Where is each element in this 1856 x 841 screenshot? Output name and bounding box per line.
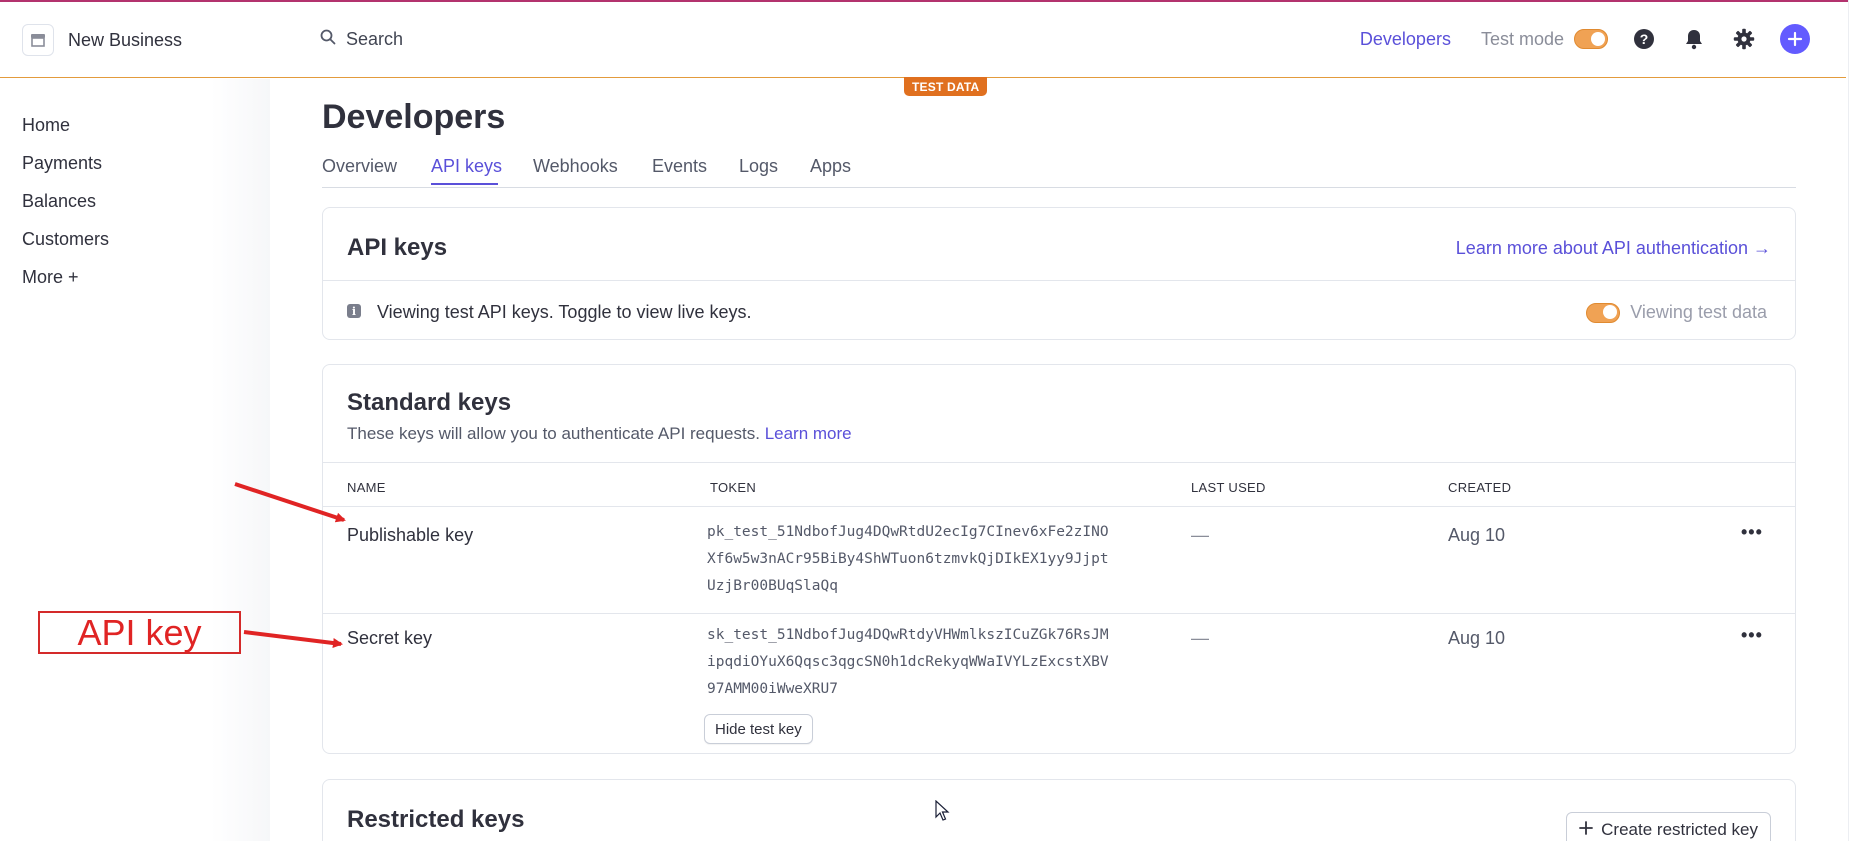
publishable-key-last-used: — — [1191, 525, 1209, 545]
test-mode-label: Test mode — [1480, 28, 1564, 49]
standard-keys-subtitle: These keys will allow you to authenticat… — [347, 424, 852, 444]
scrollbar[interactable] — [1848, 0, 1856, 841]
tab-webhooks[interactable]: Webhooks — [533, 156, 618, 177]
tab-logs[interactable]: Logs — [739, 156, 778, 177]
standard-keys-title: Standard keys — [347, 389, 512, 416]
tab-api-keys[interactable]: API keys — [431, 156, 502, 177]
search-input[interactable]: Search — [346, 29, 403, 50]
column-header-name: NAME — [347, 480, 386, 495]
api-keys-card-title: API keys — [347, 234, 448, 261]
tab-overview[interactable]: Overview — [322, 156, 397, 177]
token-line: UzjBr00BUqSlaQq — [707, 578, 838, 594]
page-title: Developers — [322, 98, 506, 136]
standard-keys-card: Standard keys These keys will allow you … — [322, 364, 1796, 754]
search-bar[interactable]: Search — [320, 29, 403, 50]
secret-key-name: Secret key — [347, 628, 433, 648]
tab-apps[interactable]: Apps — [810, 156, 851, 177]
help-icon[interactable]: ? — [1630, 25, 1658, 53]
api-key-annotation-label: API key — [38, 611, 241, 654]
gear-icon[interactable] — [1730, 25, 1758, 53]
sidebar-item-customers[interactable]: Customers — [22, 229, 109, 250]
developers-link[interactable]: Developers — [1360, 29, 1451, 50]
viewing-test-data-control[interactable]: Viewing test data — [1586, 302, 1767, 323]
plus-icon — [1579, 820, 1594, 840]
publishable-key-name: Publishable key — [347, 525, 474, 545]
test-mode-toggle[interactable] — [1574, 29, 1608, 49]
create-restricted-key-button[interactable]: Create restricted key — [1566, 812, 1771, 841]
sidebar-item-payments[interactable]: Payments — [22, 153, 102, 174]
divider — [323, 613, 1795, 614]
tab-bar: Overview API keys Webhooks Events Logs A… — [322, 152, 1796, 188]
info-icon: i — [347, 304, 361, 318]
column-header-last-used: LAST USED — [1191, 480, 1266, 495]
top-actions: Developers Test mode ? — [1360, 24, 1810, 54]
mouse-cursor-icon — [935, 799, 951, 827]
publishable-key-token[interactable]: pk_test_51NdbofJug4DQwRtdU2ecIg7CInev6xF… — [707, 519, 1137, 600]
viewing-test-data-label: Viewing test data — [1630, 302, 1767, 322]
column-header-token: TOKEN — [710, 480, 757, 495]
restricted-keys-card: Restricted keys Create restricted key — [322, 779, 1796, 841]
secret-key-last-used: — — [1191, 628, 1209, 648]
sidebar: Home Payments Balances Customers More + — [0, 79, 270, 841]
sidebar-item-home[interactable]: Home — [22, 115, 70, 136]
token-line: Xf6w5w3nACr95BiBy4ShWTuon6tzmvkQjDIkEX1y… — [707, 551, 1109, 567]
tab-events[interactable]: Events — [652, 156, 707, 177]
api-keys-card: API keys Learn more about API authentica… — [322, 207, 1796, 340]
active-tab-indicator — [431, 183, 498, 185]
secret-key-created: Aug 10 — [1448, 628, 1506, 648]
learn-more-link[interactable]: Learn more — [765, 424, 852, 443]
business-name: New Business — [68, 29, 183, 50]
token-line: ipqdiOYuX6Qqsc3qgcSN0h1dcRekyqWWaIVYLzEx… — [707, 654, 1109, 670]
restricted-keys-title: Restricted keys — [347, 806, 525, 833]
token-line: sk_test_51NdbofJug4DQwRtdyVHWmlkszICuZGk… — [707, 627, 1109, 643]
viewing-test-keys-notice: Viewing test API keys. Toggle to view li… — [377, 302, 752, 322]
publishable-key-more-button[interactable]: ••• — [1741, 522, 1763, 543]
create-restricted-key-label: Create restricted key — [1601, 820, 1758, 839]
divider — [323, 462, 1795, 463]
secret-key-token[interactable]: sk_test_51NdbofJug4DQwRtdyVHWmlkszICuZGk… — [707, 622, 1137, 703]
hide-test-key-button[interactable]: Hide test key — [704, 714, 813, 744]
divider — [323, 280, 1795, 281]
business-switcher[interactable]: New Business — [22, 24, 182, 56]
viewing-test-data-toggle[interactable] — [1586, 302, 1621, 323]
sidebar-item-balances[interactable]: Balances — [22, 191, 96, 212]
divider — [323, 506, 1795, 507]
top-bar: New Business Search Developers Test mode… — [0, 2, 1846, 78]
token-line: pk_test_51NdbofJug4DQwRtdU2ecIg7CInev6xF… — [707, 524, 1109, 540]
publishable-key-created: Aug 10 — [1448, 525, 1506, 545]
standard-keys-subtitle-text: These keys will allow you to authenticat… — [347, 424, 760, 443]
plus-icon[interactable] — [1780, 24, 1810, 54]
search-icon — [320, 29, 336, 50]
secret-key-more-button[interactable]: ••• — [1741, 625, 1763, 646]
svg-text:?: ? — [1640, 31, 1649, 47]
store-icon — [22, 24, 54, 56]
learn-api-auth-link[interactable]: Learn more about API authentication → — [1456, 238, 1771, 259]
column-header-created: CREATED — [1448, 480, 1512, 495]
sidebar-item-more[interactable]: More + — [22, 267, 79, 288]
bell-icon[interactable] — [1680, 25, 1708, 53]
test-data-badge: TEST DATA — [904, 77, 988, 96]
token-line: 97AMM00iWweXRU7 — [707, 681, 838, 697]
